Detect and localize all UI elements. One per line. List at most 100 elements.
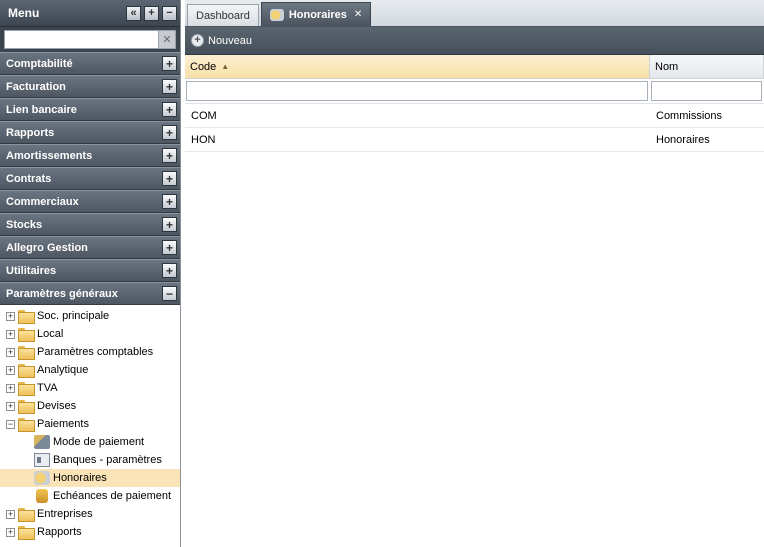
- expand-section-icon[interactable]: +: [162, 102, 177, 117]
- tree-item-rapports[interactable]: + Rapports: [0, 523, 180, 541]
- expand-section-icon[interactable]: +: [162, 79, 177, 94]
- tree-item-banques-parametres[interactable]: Banques - paramètres: [0, 451, 180, 469]
- tree-item-echeances-de-paiement[interactable]: Echéances de paiement: [0, 487, 180, 505]
- new-button-label: Nouveau: [208, 34, 253, 47]
- menu-section-utilitaires[interactable]: Utilitaires +: [0, 259, 180, 282]
- tree-expand-icon[interactable]: +: [6, 401, 15, 411]
- folder-icon: [18, 364, 35, 378]
- tab-label: Dashboard: [196, 9, 250, 22]
- tree-expand-icon[interactable]: +: [6, 509, 15, 519]
- menu-section-label: Facturation: [6, 80, 66, 93]
- menu-section-label: Paramètres généraux: [6, 287, 118, 300]
- fees-icon: [269, 8, 284, 21]
- expand-section-icon[interactable]: +: [162, 240, 177, 255]
- settings-tree: + Soc. principale + Local + Paramètres c…: [0, 305, 180, 541]
- tree-expand-icon[interactable]: +: [6, 365, 15, 375]
- menu-section-label: Lien bancaire: [6, 103, 77, 116]
- clear-search-icon[interactable]: ✕: [159, 30, 176, 49]
- tree-item-tva[interactable]: + TVA: [0, 379, 180, 397]
- payment-mode-icon: [34, 435, 50, 449]
- expand-section-icon[interactable]: +: [162, 148, 177, 163]
- cell-nom: Honoraires: [656, 133, 710, 146]
- column-header-label: Code: [190, 60, 217, 73]
- menu-search-row: ✕: [0, 27, 180, 52]
- menu-section-label: Contrats: [6, 172, 52, 185]
- folder-icon: [18, 346, 35, 360]
- tree-item-entreprises[interactable]: + Entreprises: [0, 505, 180, 523]
- tree-item-label: Mode de paiement: [53, 436, 145, 448]
- menu-section-parametres-generaux[interactable]: Paramètres généraux −: [0, 282, 180, 305]
- main-panel: Dashboard Honoraires ✕ + Nouveau Code ▲: [185, 0, 764, 547]
- menu-sections: Comptabilité + Facturation + Lien bancai…: [0, 52, 180, 305]
- filter-code-input[interactable]: [186, 81, 648, 101]
- folder-icon: [18, 400, 35, 414]
- tree-item-analytique[interactable]: + Analytique: [0, 361, 180, 379]
- column-header-code[interactable]: Code ▲: [185, 55, 650, 78]
- tree-expand-icon[interactable]: +: [6, 347, 15, 357]
- tree-item-label: Paramètres comptables: [37, 346, 154, 358]
- menu-search-input[interactable]: [4, 30, 159, 49]
- tree-item-label: Echéances de paiement: [53, 490, 172, 502]
- tree-expand-icon[interactable]: +: [6, 311, 15, 321]
- tree-item-local[interactable]: + Local: [0, 325, 180, 343]
- menu-section-label: Stocks: [6, 218, 43, 231]
- expand-section-icon[interactable]: +: [162, 194, 177, 209]
- tree-item-devises[interactable]: + Devises: [0, 397, 180, 415]
- menu-section-facturation[interactable]: Facturation +: [0, 75, 180, 98]
- expand-section-icon[interactable]: +: [162, 56, 177, 71]
- fees-icon: [34, 471, 50, 485]
- expand-all-icon[interactable]: +: [144, 5, 159, 21]
- column-header-label: Nom: [655, 60, 679, 73]
- table-row[interactable]: HON Honoraires: [185, 128, 764, 152]
- folder-icon: [18, 382, 35, 396]
- collapse-all-icon[interactable]: −: [162, 5, 177, 21]
- menu-section-rapports[interactable]: Rapports +: [0, 121, 180, 144]
- menu-section-comptabilite[interactable]: Comptabilité +: [0, 52, 180, 75]
- tree-item-soc-principale[interactable]: + Soc. principale: [0, 307, 180, 325]
- cell-code: HON: [191, 133, 216, 146]
- tree-expand-icon[interactable]: +: [6, 329, 15, 339]
- filter-nom-input[interactable]: [651, 81, 762, 101]
- fees-grid: Code ▲ Nom COM Commissions HON Honoraire…: [185, 55, 764, 152]
- expand-section-icon[interactable]: +: [162, 217, 177, 232]
- folder-icon: [18, 328, 35, 342]
- menu-section-stocks[interactable]: Stocks +: [0, 213, 180, 236]
- cell-nom: Commissions: [656, 109, 723, 122]
- menu-section-commerciaux[interactable]: Commerciaux +: [0, 190, 180, 213]
- menu-section-label: Comptabilité: [6, 57, 73, 70]
- due-date-icon: [36, 489, 48, 503]
- tree-item-honoraires[interactable]: Honoraires: [0, 469, 180, 487]
- tab-bar: Dashboard Honoraires ✕: [185, 0, 764, 27]
- column-header-nom[interactable]: Nom: [650, 55, 764, 78]
- tree-item-parametres-comptables[interactable]: + Paramètres comptables: [0, 343, 180, 361]
- grid-header: Code ▲ Nom: [185, 55, 764, 79]
- tab-honoraires[interactable]: Honoraires ✕: [260, 2, 372, 26]
- tree-expand-icon[interactable]: +: [6, 527, 15, 537]
- menu-section-lien-bancaire[interactable]: Lien bancaire +: [0, 98, 180, 121]
- tab-dashboard[interactable]: Dashboard: [187, 4, 259, 26]
- tree-expand-icon[interactable]: +: [6, 383, 15, 393]
- collapse-section-icon[interactable]: −: [162, 286, 177, 301]
- tree-item-mode-de-paiement[interactable]: Mode de paiement: [0, 433, 180, 451]
- tree-item-label: Paiements: [37, 418, 89, 430]
- sort-ascending-icon: ▲: [221, 62, 230, 71]
- tree-item-label: Rapports: [37, 526, 82, 538]
- expand-section-icon[interactable]: +: [162, 263, 177, 278]
- tree-item-paiements[interactable]: − Paiements: [0, 415, 180, 433]
- menu-section-label: Rapports: [6, 126, 55, 139]
- new-button[interactable]: + Nouveau: [191, 34, 252, 47]
- expand-section-icon[interactable]: +: [162, 171, 177, 186]
- filter-row: [185, 79, 764, 104]
- menu-title: Menu: [8, 6, 40, 20]
- menu-section-label: Allegro Gestion: [6, 241, 88, 254]
- table-row[interactable]: COM Commissions: [185, 104, 764, 128]
- tree-collapse-icon[interactable]: −: [6, 419, 15, 429]
- collapse-menu-icon[interactable]: «: [126, 5, 141, 21]
- expand-section-icon[interactable]: +: [162, 125, 177, 140]
- menu-section-allegro-gestion[interactable]: Allegro Gestion +: [0, 236, 180, 259]
- menu-section-amortissements[interactable]: Amortissements +: [0, 144, 180, 167]
- folder-icon: [18, 310, 35, 324]
- menu-section-contrats[interactable]: Contrats +: [0, 167, 180, 190]
- tree-item-label: Soc. principale: [37, 310, 110, 322]
- close-tab-icon[interactable]: ✕: [354, 9, 362, 20]
